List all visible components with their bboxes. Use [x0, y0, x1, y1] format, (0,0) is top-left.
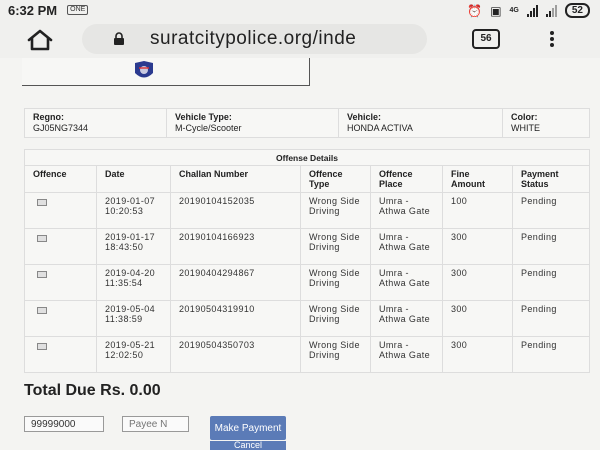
network-type: 4G	[509, 7, 519, 14]
offence-type-cell: Wrong Side Driving	[300, 228, 371, 265]
fine-cell: 100	[442, 192, 513, 229]
vehicle-info-table: Regno: GJ05NG7344 Vehicle Type: M-Cycle/…	[24, 108, 590, 138]
challan-cell: 20190104152035	[170, 192, 301, 229]
table-row: 2019-01-17 18:43:50 20190104166923 Wrong…	[24, 228, 590, 265]
police-logo-icon	[135, 61, 153, 78]
notification-badge: ONE	[67, 5, 89, 15]
col-payment-status: Payment Status	[512, 165, 590, 193]
date-cell: 2019-05-04 11:38:59	[96, 300, 171, 337]
alarm-icon: ⏰	[467, 3, 483, 18]
status-indicators: ⏰ ▣ 4G 52	[467, 3, 590, 18]
table-row: 2019-05-04 11:38:59 20190504319910 Wrong…	[24, 300, 590, 337]
col-challan-number: Challan Number	[170, 165, 301, 193]
offence-type-cell: Wrong Side Driving	[300, 336, 371, 373]
mobile-number-input[interactable]	[24, 416, 104, 432]
battery-icon: 52	[564, 3, 590, 18]
status-cell: Pending	[512, 228, 590, 265]
cancel-button[interactable]: Cancel	[210, 441, 286, 450]
vehicle-type-label: Vehicle Type:	[175, 112, 232, 122]
date-cell: 2019-01-17 18:43:50	[96, 228, 171, 265]
challan-cell: 20190504319910	[170, 300, 301, 337]
col-date: Date	[96, 165, 171, 193]
offence-checkbox[interactable]	[37, 271, 47, 278]
color-label: Color:	[511, 112, 538, 122]
regno-label: Regno:	[33, 112, 64, 122]
status-cell: Pending	[512, 192, 590, 229]
date-cell: 2019-04-20 11:35:54	[96, 264, 171, 301]
offence-select-cell	[24, 264, 97, 301]
table-row: 2019-04-20 11:35:54 20190404294867 Wrong…	[24, 264, 590, 301]
overflow-menu-icon[interactable]	[546, 29, 558, 49]
status-cell: Pending	[512, 264, 590, 301]
vehicle-cell: Vehicle: HONDA ACTIVA	[338, 108, 503, 138]
offence-checkbox[interactable]	[37, 343, 47, 350]
offence-type-cell: Wrong Side Driving	[300, 300, 371, 337]
payee-name-input[interactable]	[122, 416, 189, 432]
signal-icon	[526, 4, 538, 17]
address-bar[interactable]: suratcitypolice.org/inde	[82, 24, 427, 54]
offence-select-cell	[24, 192, 97, 229]
signal-icon-2	[545, 4, 557, 17]
regno-value: GJ05NG7344	[33, 123, 89, 133]
table-row: 2019-01-07 10:20:53 20190104152035 Wrong…	[24, 192, 590, 229]
offense-details-caption: Offense Details	[24, 149, 590, 166]
status-bar: 6:32 PM ONE ⏰ ▣ 4G 52	[0, 0, 600, 20]
regno-cell: Regno: GJ05NG7344	[24, 108, 167, 138]
home-icon[interactable]	[26, 29, 54, 51]
challan-cell: 20190504350703	[170, 336, 301, 373]
date-cell: 2019-05-21 12:02:50	[96, 336, 171, 373]
offence-place-cell: Umra - Athwa Gate	[370, 264, 443, 301]
status-cell: Pending	[512, 300, 590, 337]
col-offence-place: Offence Place	[370, 165, 443, 193]
offence-type-cell: Wrong Side Driving	[300, 264, 371, 301]
color-value: WHITE	[511, 123, 540, 133]
browser-toolbar: suratcitypolice.org/inde 56	[0, 20, 600, 58]
offence-place-cell: Umra - Athwa Gate	[370, 300, 443, 337]
challan-cell: 20190104166923	[170, 228, 301, 265]
status-clock: 6:32 PM	[8, 2, 58, 18]
offence-select-cell	[24, 228, 97, 265]
header-panel	[22, 58, 310, 86]
offence-select-cell	[24, 300, 97, 337]
tab-switcher-button[interactable]: 56	[472, 29, 500, 49]
offence-place-cell: Umra - Athwa Gate	[370, 192, 443, 229]
offence-select-cell	[24, 336, 97, 373]
vehicle-type-value: M-Cycle/Scooter	[175, 123, 242, 133]
table-row: 2019-05-21 12:02:50 20190504350703 Wrong…	[24, 336, 590, 373]
challan-cell: 20190404294867	[170, 264, 301, 301]
fine-cell: 300	[442, 336, 513, 373]
date-cell: 2019-01-07 10:20:53	[96, 192, 171, 229]
col-offence-type: Offence Type	[300, 165, 371, 193]
fine-cell: 300	[442, 264, 513, 301]
status-cell: Pending	[512, 336, 590, 373]
offence-place-cell: Umra - Athwa Gate	[370, 336, 443, 373]
fine-cell: 300	[442, 228, 513, 265]
offence-checkbox[interactable]	[37, 199, 47, 206]
url-text: suratcitypolice.org/inde	[150, 28, 357, 49]
data-saver-icon: ▣	[490, 3, 502, 18]
vehicle-value: HONDA ACTIVA	[347, 123, 413, 133]
make-payment-button[interactable]: Make Payment	[210, 416, 286, 440]
lock-icon	[114, 32, 124, 45]
offence-place-cell: Umra - Athwa Gate	[370, 228, 443, 265]
offense-header-row: Offence Date Challan Number Offence Type…	[24, 165, 590, 193]
total-due: Total Due Rs. 0.00	[24, 382, 161, 399]
col-fine-amount: Fine Amount	[442, 165, 513, 193]
fine-cell: 300	[442, 300, 513, 337]
vehicle-label: Vehicle:	[347, 112, 382, 122]
col-offence: Offence	[24, 165, 97, 193]
offence-checkbox[interactable]	[37, 235, 47, 242]
vehicle-type-cell: Vehicle Type: M-Cycle/Scooter	[166, 108, 339, 138]
color-cell: Color: WHITE	[502, 108, 590, 138]
offence-type-cell: Wrong Side Driving	[300, 192, 371, 229]
offense-details-table: Offense Details Offence Date Challan Num…	[24, 149, 590, 373]
offence-checkbox[interactable]	[37, 307, 47, 314]
